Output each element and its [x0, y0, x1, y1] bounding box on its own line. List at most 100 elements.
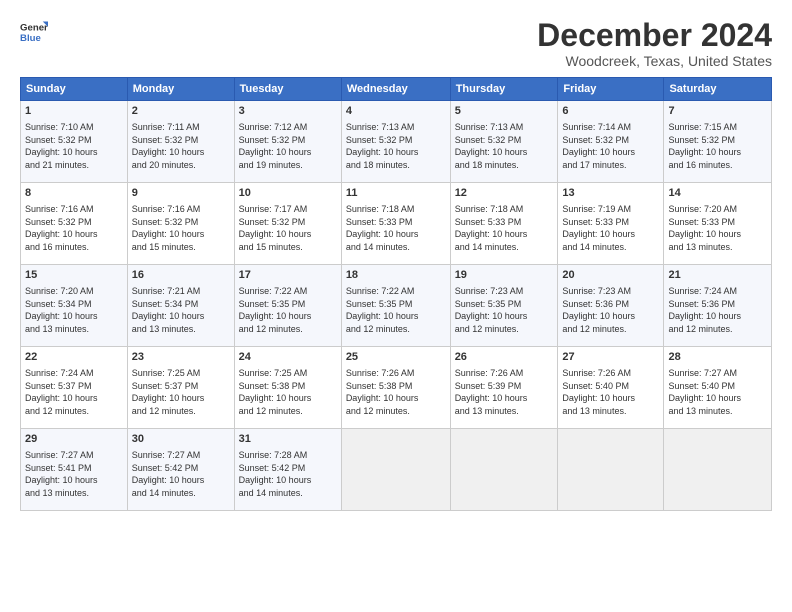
calendar-cell: [664, 429, 772, 511]
logo-icon: General Blue: [20, 18, 48, 46]
day-info: Sunrise: 7:22 AM Sunset: 5:35 PM Dayligh…: [346, 285, 446, 335]
day-info: Sunrise: 7:13 AM Sunset: 5:32 PM Dayligh…: [455, 121, 554, 171]
calendar-cell: 16Sunrise: 7:21 AM Sunset: 5:34 PM Dayli…: [127, 265, 234, 347]
calendar-cell: 18Sunrise: 7:22 AM Sunset: 5:35 PM Dayli…: [341, 265, 450, 347]
day-info: Sunrise: 7:22 AM Sunset: 5:35 PM Dayligh…: [239, 285, 337, 335]
day-number: 19: [455, 268, 554, 283]
col-friday: Friday: [558, 78, 664, 101]
calendar-week-row: 22Sunrise: 7:24 AM Sunset: 5:37 PM Dayli…: [21, 347, 772, 429]
calendar-cell: 23Sunrise: 7:25 AM Sunset: 5:37 PM Dayli…: [127, 347, 234, 429]
calendar-cell: 6Sunrise: 7:14 AM Sunset: 5:32 PM Daylig…: [558, 101, 664, 183]
day-number: 21: [668, 268, 767, 283]
calendar-cell: 10Sunrise: 7:17 AM Sunset: 5:32 PM Dayli…: [234, 183, 341, 265]
day-info: Sunrise: 7:20 AM Sunset: 5:33 PM Dayligh…: [668, 203, 767, 253]
day-info: Sunrise: 7:21 AM Sunset: 5:34 PM Dayligh…: [132, 285, 230, 335]
calendar-cell: 7 Sunrise: 7:15 AM Sunset: 5:32 PM Daylig…: [664, 101, 772, 183]
day-info: Sunrise: 7:27 AM Sunset: 5:41 PM Dayligh…: [25, 449, 123, 499]
day-number: 8: [25, 186, 123, 201]
calendar-cell: 17 Sunrise: 7:22 AM Sunset: 5:35 PM Dayli…: [234, 265, 341, 347]
day-info: Sunrise: 7:12 AM Sunset: 5:32 PM Dayligh…: [239, 121, 337, 171]
svg-text:Blue: Blue: [20, 33, 41, 44]
calendar-week-row: 1Sunrise: 7:10 AM Sunset: 5:32 PM Daylig…: [21, 101, 772, 183]
calendar-cell: [341, 429, 450, 511]
day-number: 29: [25, 432, 123, 447]
calendar-cell: [450, 429, 558, 511]
calendar-week-row: 15Sunrise: 7:20 AM Sunset: 5:34 PM Dayli…: [21, 265, 772, 347]
day-info: Sunrise: 7:24 AM Sunset: 5:36 PM Dayligh…: [668, 285, 767, 335]
calendar-cell: 1Sunrise: 7:10 AM Sunset: 5:32 PM Daylig…: [21, 101, 128, 183]
day-number: 28: [668, 350, 767, 365]
day-number: 7: [668, 104, 767, 119]
calendar-week-row: 8 Sunrise: 7:16 AM Sunset: 5:32 PM Daylig…: [21, 183, 772, 265]
day-info: Sunrise: 7:18 AM Sunset: 5:33 PM Dayligh…: [346, 203, 446, 253]
calendar-cell: 28 Sunrise: 7:27 AM Sunset: 5:40 PM Dayli…: [664, 347, 772, 429]
logo: General Blue: [20, 18, 48, 46]
day-number: 5: [455, 104, 554, 119]
calendar-week-row: 29 Sunrise: 7:27 AM Sunset: 5:41 PM Dayli…: [21, 429, 772, 511]
title-block: December 2024 Woodcreek, Texas, United S…: [537, 18, 772, 69]
day-number: 31: [239, 432, 337, 447]
day-info: Sunrise: 7:24 AM Sunset: 5:37 PM Dayligh…: [25, 367, 123, 417]
day-info: Sunrise: 7:20 AM Sunset: 5:34 PM Dayligh…: [25, 285, 123, 335]
calendar-cell: 25Sunrise: 7:26 AM Sunset: 5:38 PM Dayli…: [341, 347, 450, 429]
day-number: 9: [132, 186, 230, 201]
day-info: Sunrise: 7:27 AM Sunset: 5:40 PM Dayligh…: [668, 367, 767, 417]
day-number: 1: [25, 104, 123, 119]
day-info: Sunrise: 7:26 AM Sunset: 5:38 PM Dayligh…: [346, 367, 446, 417]
day-info: Sunrise: 7:25 AM Sunset: 5:38 PM Dayligh…: [239, 367, 337, 417]
day-info: Sunrise: 7:16 AM Sunset: 5:32 PM Dayligh…: [132, 203, 230, 253]
calendar-cell: 2 Sunrise: 7:11 AM Sunset: 5:32 PM Daylig…: [127, 101, 234, 183]
calendar-cell: 3Sunrise: 7:12 AM Sunset: 5:32 PM Daylig…: [234, 101, 341, 183]
calendar-cell: 9 Sunrise: 7:16 AM Sunset: 5:32 PM Daylig…: [127, 183, 234, 265]
svg-text:General: General: [20, 22, 48, 33]
day-number: 2: [132, 104, 230, 119]
calendar-cell: 29 Sunrise: 7:27 AM Sunset: 5:41 PM Dayli…: [21, 429, 128, 511]
day-number: 27: [562, 350, 659, 365]
day-info: Sunrise: 7:18 AM Sunset: 5:33 PM Dayligh…: [455, 203, 554, 253]
calendar-table: Sunday Monday Tuesday Wednesday Thursday…: [20, 77, 772, 511]
day-info: Sunrise: 7:14 AM Sunset: 5:32 PM Dayligh…: [562, 121, 659, 171]
day-info: Sunrise: 7:15 AM Sunset: 5:32 PM Dayligh…: [668, 121, 767, 171]
day-number: 14: [668, 186, 767, 201]
calendar-cell: 31Sunrise: 7:28 AM Sunset: 5:42 PM Dayli…: [234, 429, 341, 511]
calendar-cell: 4 Sunrise: 7:13 AM Sunset: 5:32 PM Daylig…: [341, 101, 450, 183]
calendar-cell: 12 Sunrise: 7:18 AM Sunset: 5:33 PM Dayli…: [450, 183, 558, 265]
day-number: 20: [562, 268, 659, 283]
calendar-cell: 15Sunrise: 7:20 AM Sunset: 5:34 PM Dayli…: [21, 265, 128, 347]
calendar-cell: 13 Sunrise: 7:19 AM Sunset: 5:33 PM Dayli…: [558, 183, 664, 265]
col-thursday: Thursday: [450, 78, 558, 101]
day-info: Sunrise: 7:26 AM Sunset: 5:39 PM Dayligh…: [455, 367, 554, 417]
day-number: 13: [562, 186, 659, 201]
calendar-cell: 5 Sunrise: 7:13 AM Sunset: 5:32 PM Daylig…: [450, 101, 558, 183]
day-info: Sunrise: 7:13 AM Sunset: 5:32 PM Dayligh…: [346, 121, 446, 171]
day-number: 24: [239, 350, 337, 365]
month-title: December 2024: [537, 18, 772, 53]
day-number: 10: [239, 186, 337, 201]
day-number: 30: [132, 432, 230, 447]
day-info: Sunrise: 7:11 AM Sunset: 5:32 PM Dayligh…: [132, 121, 230, 171]
col-wednesday: Wednesday: [341, 78, 450, 101]
calendar-cell: [558, 429, 664, 511]
day-number: 4: [346, 104, 446, 119]
calendar-cell: 24 Sunrise: 7:25 AM Sunset: 5:38 PM Dayli…: [234, 347, 341, 429]
day-info: Sunrise: 7:23 AM Sunset: 5:35 PM Dayligh…: [455, 285, 554, 335]
day-info: Sunrise: 7:16 AM Sunset: 5:32 PM Dayligh…: [25, 203, 123, 253]
calendar-cell: 30 Sunrise: 7:27 AM Sunset: 5:42 PM Dayli…: [127, 429, 234, 511]
day-info: Sunrise: 7:23 AM Sunset: 5:36 PM Dayligh…: [562, 285, 659, 335]
day-info: Sunrise: 7:27 AM Sunset: 5:42 PM Dayligh…: [132, 449, 230, 499]
col-tuesday: Tuesday: [234, 78, 341, 101]
calendar-cell: 21 Sunrise: 7:24 AM Sunset: 5:36 PM Dayli…: [664, 265, 772, 347]
calendar-header-row: Sunday Monday Tuesday Wednesday Thursday…: [21, 78, 772, 101]
day-number: 17: [239, 268, 337, 283]
calendar-cell: 11 Sunrise: 7:18 AM Sunset: 5:33 PM Dayli…: [341, 183, 450, 265]
day-info: Sunrise: 7:19 AM Sunset: 5:33 PM Dayligh…: [562, 203, 659, 253]
location: Woodcreek, Texas, United States: [537, 53, 772, 69]
day-number: 12: [455, 186, 554, 201]
col-saturday: Saturday: [664, 78, 772, 101]
col-monday: Monday: [127, 78, 234, 101]
day-number: 11: [346, 186, 446, 201]
calendar-cell: 22Sunrise: 7:24 AM Sunset: 5:37 PM Dayli…: [21, 347, 128, 429]
page: General Blue December 2024 Woodcreek, Te…: [0, 0, 792, 612]
col-sunday: Sunday: [21, 78, 128, 101]
calendar-cell: 27Sunrise: 7:26 AM Sunset: 5:40 PM Dayli…: [558, 347, 664, 429]
